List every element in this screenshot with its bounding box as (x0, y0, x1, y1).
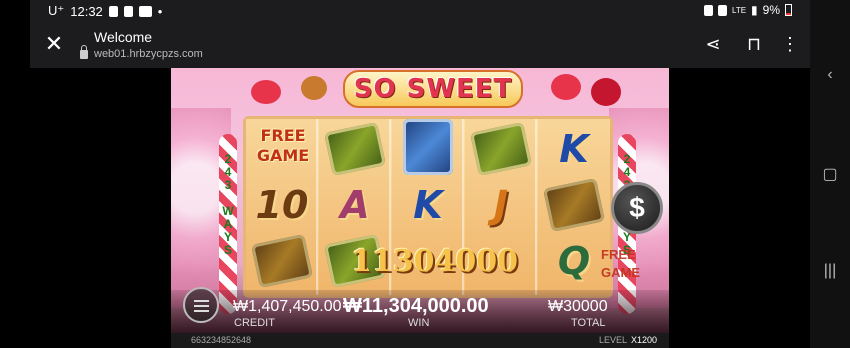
win-label: WIN (408, 317, 430, 329)
phone-screen: U⁺ 12:32 • LTE ▮ 9% ✕ Welcome web01.hrbz… (0, 0, 850, 348)
total-bet-label: TOTAL (571, 317, 606, 329)
battery-icon (785, 4, 792, 16)
slot-game-canvas[interactable]: SO SWEET 243 WAYS 243 WAYS 10 A K J (171, 68, 669, 348)
game-footer: 663234852648 LEVEL X1200 (171, 333, 669, 348)
total-bet-value[interactable]: ₩30000 (548, 298, 608, 316)
round-id: 663234852648 (191, 335, 252, 345)
cherry-icon (591, 78, 621, 106)
credit-label: CREDIT (234, 317, 275, 329)
symbol-green-candy (324, 121, 386, 177)
back-icon[interactable]: ‹ (820, 66, 840, 86)
carrier-label: U⁺ (48, 3, 65, 18)
notification-icon (123, 5, 133, 17)
alarm-icon (703, 4, 713, 16)
symbol-green-candy (470, 121, 532, 177)
strawberry-icon (251, 80, 281, 104)
buy-bonus-button[interactable]: $ (611, 182, 663, 234)
strawberry-icon (551, 74, 581, 100)
win-amount-banner: 11304000 (351, 244, 518, 279)
youtube-icon (138, 5, 152, 17)
level-indicator: LEVEL X1200 (599, 335, 658, 345)
clock: 12:32 (70, 3, 103, 19)
menu-button[interactable] (183, 287, 219, 323)
network-label: LTE (731, 5, 747, 15)
game-logo: SO SWEET (343, 70, 523, 108)
symbol-a: A (340, 183, 370, 227)
browser-toolbar: ✕ Welcome web01.hrbzycpzs.com ⋖ ⊓ ⋮ (30, 22, 810, 68)
ways-label-left: 243 WAYS (221, 152, 235, 256)
mute-icon (717, 4, 727, 16)
more-icon[interactable]: ⋮ (779, 33, 801, 55)
url-text[interactable]: web01.hrbzycpzs.com (94, 48, 203, 60)
free-game-symbol: FREE GAME (256, 126, 310, 165)
status-bar: U⁺ 12:32 • LTE ▮ 9% (30, 0, 810, 22)
symbol-j: J (493, 183, 509, 227)
page-title: Welcome (94, 29, 153, 45)
system-nav-bar: ‹ ▢ ||| (810, 0, 850, 348)
recents-icon[interactable]: ||| (820, 262, 840, 282)
symbol-chocolate (251, 233, 313, 289)
dot-icon: • (157, 3, 163, 19)
menu-icon (194, 300, 209, 302)
share-icon[interactable]: ⋖ (702, 33, 724, 55)
home-icon[interactable]: ▢ (820, 164, 840, 184)
close-icon[interactable]: ✕ (42, 32, 66, 56)
battery-percent: 9% (762, 3, 780, 17)
lock-icon (80, 45, 88, 59)
win-value: ₩11,304,000.00 (343, 295, 489, 317)
symbol-chocolate (543, 177, 605, 233)
credit-value: ₩1,407,450.00 (233, 298, 342, 315)
symbol-blue-candy (398, 119, 458, 175)
notification-icon (108, 5, 118, 17)
symbol-k: K (413, 183, 443, 227)
macaron-icon (301, 76, 327, 100)
signal-icon: ▮ (751, 3, 758, 17)
symbol-k: K (559, 127, 589, 171)
symbol-ten: 10 (255, 183, 309, 227)
bookmark-icon[interactable]: ⊓ (743, 33, 765, 55)
